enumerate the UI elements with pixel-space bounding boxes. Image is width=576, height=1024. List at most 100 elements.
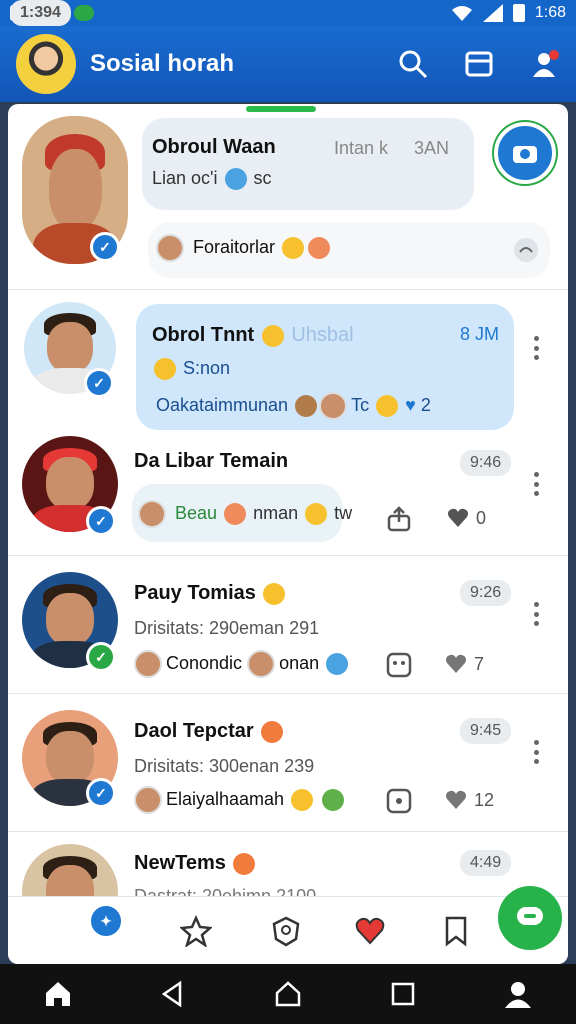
like-count: 7 <box>474 653 485 674</box>
verified-badge: ✓ <box>84 368 114 398</box>
preview-text: Lian oc'i <box>152 168 218 188</box>
line-text: Conondic <box>166 652 243 673</box>
bookmark-icon[interactable] <box>440 915 472 947</box>
chat-row[interactable]: ✓ Daol Tepctar 9:45 Drisitats: 300enan 2… <box>8 694 568 832</box>
chat-time: 9:26 <box>460 580 512 606</box>
like-action[interactable]: 7 <box>444 652 484 676</box>
camera-fab[interactable] <box>494 122 556 184</box>
chat-row[interactable]: ✓ Da Libar Temain 9:46 Beau nman tw 0 <box>8 436 568 556</box>
chat-meta: Intan k <box>334 138 389 158</box>
app-title: Sosial horah <box>90 50 235 77</box>
emoji-icon <box>233 852 256 875</box>
reply-name: Foraitorlar <box>193 236 276 257</box>
chat-line: Drisitats: 290eman 291 <box>134 618 320 638</box>
person-alert-icon[interactable] <box>530 49 560 79</box>
home-icon[interactable] <box>43 979 73 1009</box>
chat-line: Drisitats: 300enan 239 <box>134 756 315 776</box>
chat-meta: Uhsbal <box>291 324 354 346</box>
search-icon[interactable] <box>398 49 428 79</box>
more-icon[interactable] <box>534 602 540 626</box>
mini-avatar <box>134 786 162 814</box>
emoji-icon <box>263 582 286 605</box>
preview-end: sc <box>253 168 272 188</box>
heart-icon[interactable]: ♥ <box>405 395 416 415</box>
message-bubble[interactable] <box>142 118 474 210</box>
mini-avatar <box>134 650 162 678</box>
emoji-icon <box>282 237 305 259</box>
chat-time: 3AN <box>414 138 450 158</box>
chat-name: Da Libar Temain <box>134 450 289 472</box>
gift-badge[interactable]: ✦ <box>88 903 124 939</box>
line-text: onan <box>279 652 320 673</box>
profile-avatar[interactable] <box>16 34 76 94</box>
emoji-icon <box>261 720 284 743</box>
home-nav-icon[interactable] <box>273 979 303 1009</box>
chat-preview: Lian oc'i sc <box>152 168 272 191</box>
chat-time: 9:46 <box>460 450 512 476</box>
chat-row[interactable]: ✓ Obroul Waan Intan k 3AN Lian oc'i sc F… <box>8 104 568 290</box>
more-icon[interactable] <box>534 472 540 496</box>
back-icon[interactable] <box>158 979 188 1009</box>
battery-label: 1:68 <box>534 4 566 21</box>
chat-row[interactable]: NewTems 4:49 Dastrat: 20ehimn 2100 <box>8 832 568 940</box>
reaction-icon[interactable] <box>512 236 540 264</box>
heart-icon[interactable] <box>354 915 386 947</box>
inbox-icon[interactable] <box>464 49 494 79</box>
chat-bubble-icon <box>517 907 543 925</box>
battery-icon <box>512 4 525 22</box>
shield-icon[interactable] <box>270 915 302 947</box>
mini-avatar <box>319 392 348 420</box>
like-count: 0 <box>476 507 487 528</box>
verified-badge: ✓ <box>86 642 116 672</box>
system-nav-bar <box>0 964 576 1024</box>
chat-time: 9:45 <box>460 718 512 744</box>
like-action[interactable]: 12 <box>444 788 494 812</box>
reply-preview: Foraitorlar <box>156 234 332 262</box>
chat-name: Pauy Tomias <box>134 582 287 605</box>
status-bar: 1:394 1:68 <box>0 0 576 26</box>
chat-notif-icon <box>74 5 94 21</box>
more-icon[interactable] <box>534 740 540 764</box>
line-text: Elaiyalhaamah <box>166 788 285 809</box>
chat-preview: Beau nman tw <box>138 500 352 528</box>
like-count: 12 <box>474 789 495 810</box>
verified-badge: ✓ <box>86 506 116 536</box>
app-bar: Sosial horah <box>0 26 576 102</box>
more-icon[interactable] <box>534 336 540 360</box>
emoji-icon <box>291 789 314 811</box>
chat-line: Oakataimmunan Tc ♥ 2 <box>156 392 431 420</box>
line-text: S:non <box>183 358 231 378</box>
chat-name-text: Pauy Tomias <box>134 582 256 604</box>
signal-icon <box>482 4 503 22</box>
verified-badge: ✓ <box>90 232 120 262</box>
emoji-icon <box>376 395 399 417</box>
bottom-tab-bar: ✦ <box>8 896 568 964</box>
chat-row[interactable]: ✓ Obrol Tnnt Uhsbal 8 JM S:non Oakataimm… <box>8 290 568 436</box>
line-text: Oakataimmunan <box>156 394 289 415</box>
mini-avatar <box>156 234 184 262</box>
emoji-icon <box>224 503 247 525</box>
heart-icon <box>446 654 466 673</box>
line-end: Tc <box>351 394 370 415</box>
chat-row[interactable]: ✓ Pauy Tomias 9:26 Drisitats: 290eman 29… <box>8 556 568 694</box>
emoji-icon <box>224 168 247 191</box>
new-chat-fab[interactable] <box>498 886 562 950</box>
chat-list-card: ✓ Obroul Waan Intan k 3AN Lian oc'i sc F… <box>8 104 568 964</box>
sticker-icon[interactable] <box>386 788 412 814</box>
sticker-icon[interactable] <box>386 652 412 678</box>
preview-end: tw <box>334 502 353 523</box>
emoji-icon <box>326 653 349 675</box>
star-icon[interactable] <box>180 915 212 947</box>
mini-avatar <box>247 650 276 678</box>
like-action[interactable]: 0 <box>446 506 486 530</box>
preview-text: Beau <box>175 502 218 523</box>
chat-line: Conondic onan <box>134 650 350 678</box>
recents-icon[interactable] <box>388 979 418 1009</box>
chat-line: S:non <box>152 358 231 381</box>
preview-text: nman <box>253 502 299 523</box>
profile-icon[interactable] <box>503 979 533 1009</box>
emoji-icon <box>305 503 328 525</box>
wifi-icon <box>451 6 472 21</box>
share-icon[interactable] <box>386 506 412 532</box>
emoji-icon <box>308 237 331 259</box>
